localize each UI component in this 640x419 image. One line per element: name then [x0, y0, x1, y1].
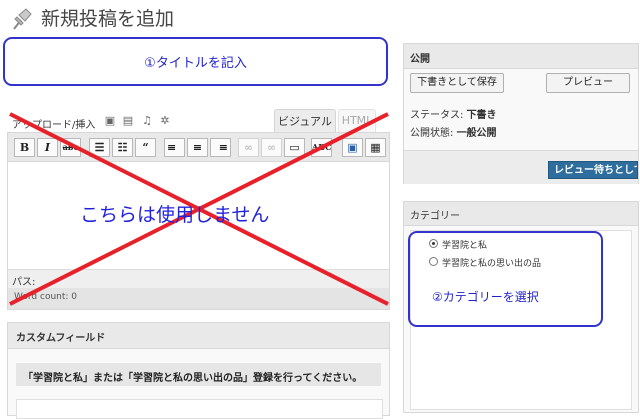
- category-annotation: ②カテゴリーを選択: [432, 290, 539, 304]
- custom-fields-box: カスタムフィールド 「学習院と私」または「学習院と私の思い出の品」登録を行ってく…: [7, 322, 390, 419]
- publish-footer: レビュー待ちとして送信: [404, 150, 638, 184]
- not-used-notice: こちらは使用しません: [80, 204, 270, 226]
- status-label: ステータス:: [410, 110, 464, 121]
- category-title: カテゴリー: [410, 211, 460, 222]
- preview-button[interactable]: プレビュー: [546, 73, 630, 93]
- status-value: 下書き: [466, 110, 497, 121]
- submit-for-review-button[interactable]: レビュー待ちとして送信: [548, 161, 638, 179]
- page-title: 新規投稿を追加: [41, 8, 175, 30]
- custom-fields-notice-text: 「学習院と私」または「学習院と私の思い出の品」登録を行ってください。: [23, 373, 363, 384]
- category-callout: [408, 231, 603, 327]
- custom-fields-panel: [16, 399, 383, 419]
- save-draft-button[interactable]: 下書きとして保存: [410, 73, 504, 93]
- visibility-label: 公開状態:: [410, 128, 454, 139]
- publish-header[interactable]: 公開: [404, 44, 638, 69]
- visibility-value: 一般公開: [456, 128, 497, 139]
- pushpin-icon: [13, 8, 32, 30]
- category-header[interactable]: カテゴリー: [404, 202, 638, 226]
- custom-fields-title: カスタムフィールド: [16, 333, 106, 344]
- custom-fields-header[interactable]: カスタムフィールド: [8, 323, 389, 349]
- status-line: ステータス: 下書き: [410, 106, 497, 121]
- publish-box: 公開 下書きとして保存 プレビュー ステータス: 下書き 公開状態: 一般公開 …: [403, 43, 639, 184]
- publish-title: 公開: [410, 54, 430, 65]
- custom-fields-notice: 「学習院と私」または「学習院と私の思い出の品」登録を行ってください。: [16, 363, 381, 386]
- visibility-line: 公開状態: 一般公開: [410, 124, 497, 139]
- title-annotation: ①タイトルを記入: [144, 56, 247, 71]
- title-input[interactable]: ①タイトルを記入: [3, 37, 388, 86]
